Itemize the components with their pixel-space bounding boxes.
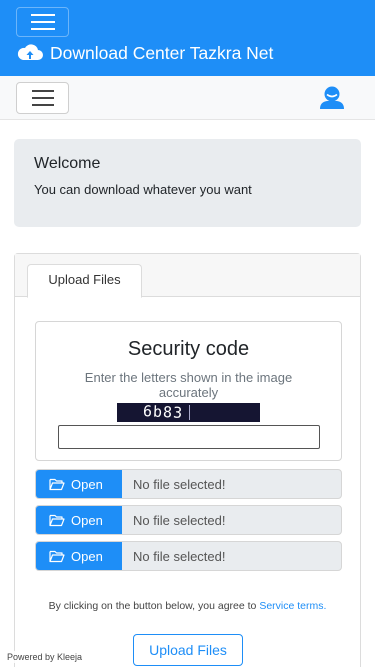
- security-code-title: Security code: [127, 338, 250, 360]
- file-status: No file selected!: [133, 512, 226, 528]
- folder-open-icon: [49, 550, 65, 562]
- security-code-description: Enter the letters shown in the image acc…: [84, 370, 293, 400]
- tab-upload-files[interactable]: Upload Files: [27, 264, 142, 298]
- card-tabs: Upload Files: [15, 254, 360, 298]
- terms-text: By clicking on the button below, you agr…: [48, 600, 257, 612]
- upload-card: Upload Files Security code Enter the let…: [14, 253, 361, 667]
- hamburger-icon: [31, 90, 54, 92]
- terms-notice: By clicking on the button below, you agr…: [15, 597, 360, 616]
- welcome-text: You can download whatever you want: [34, 182, 252, 197]
- hamburger-icon: [30, 28, 55, 30]
- security-code-input[interactable]: [57, 425, 320, 449]
- open-button-label: Open: [71, 476, 103, 492]
- hamburger-icon: [30, 14, 55, 16]
- file-input-3[interactable]: Open No file selected!: [35, 541, 342, 571]
- open-file-button[interactable]: Open: [36, 542, 122, 570]
- captcha-noise: [189, 405, 190, 420]
- open-button-label: Open: [71, 548, 103, 564]
- file-status: No file selected!: [133, 548, 226, 564]
- open-file-button[interactable]: Open: [36, 470, 122, 498]
- folder-open-icon: [49, 514, 65, 526]
- service-terms-link[interactable]: Service terms.: [259, 600, 326, 612]
- security-code-box: Security code Enter the letters shown in…: [35, 321, 342, 461]
- open-button-label: Open: [71, 512, 103, 528]
- upload-files-button[interactable]: Upload Files: [133, 634, 243, 666]
- file-input-2[interactable]: Open No file selected!: [35, 505, 342, 535]
- welcome-panel: Welcome You can download whatever you wa…: [14, 139, 361, 227]
- user-icon[interactable]: [319, 85, 345, 109]
- folder-open-icon: [49, 478, 65, 490]
- welcome-title: Welcome: [34, 155, 101, 172]
- captcha-image: 6b83: [117, 403, 260, 422]
- brand-link[interactable]: Download Center Tazkra Net: [16, 42, 273, 64]
- hamburger-icon: [31, 104, 54, 106]
- top-navbar: Download Center Tazkra Net: [0, 0, 375, 76]
- powered-by: Powered by Kleeja: [4, 651, 86, 663]
- top-menu-toggle[interactable]: [16, 7, 69, 37]
- file-status: No file selected!: [133, 476, 226, 492]
- cloud-upload-icon: [17, 44, 43, 60]
- secondary-menu-toggle[interactable]: [16, 82, 69, 114]
- open-file-button[interactable]: Open: [36, 506, 122, 534]
- captcha-text: 6b83: [142, 403, 184, 422]
- file-input-1[interactable]: Open No file selected!: [35, 469, 342, 499]
- hamburger-icon: [31, 97, 54, 99]
- brand-title: Download Center Tazkra Net: [50, 42, 274, 63]
- hamburger-icon: [30, 21, 55, 23]
